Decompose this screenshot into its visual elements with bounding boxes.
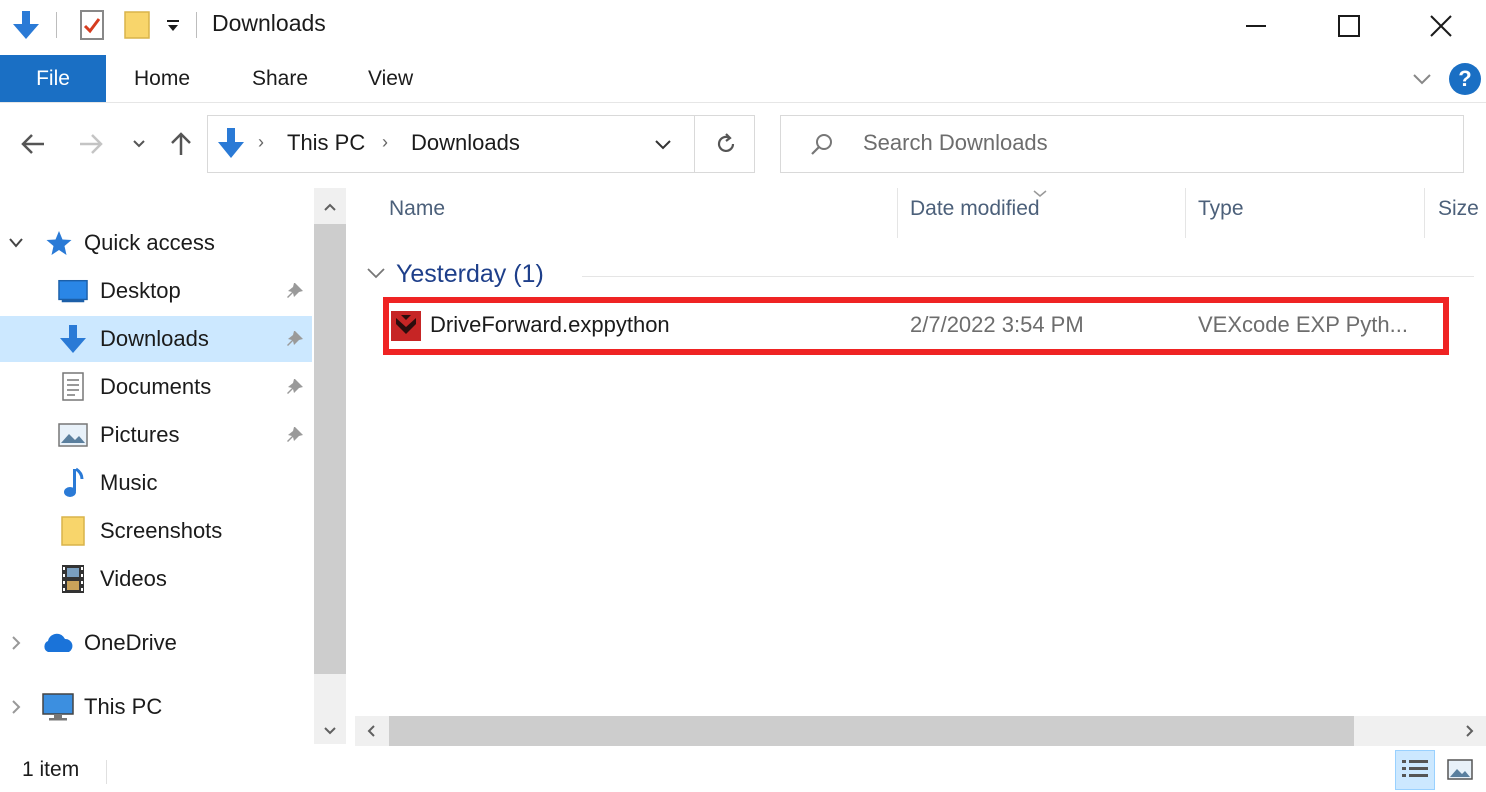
nav-item-music[interactable]: Music	[0, 460, 312, 506]
new-folder-icon[interactable]	[120, 8, 154, 42]
group-collapse-chevron-icon[interactable]	[366, 266, 386, 285]
status-divider	[106, 760, 107, 784]
back-button[interactable]	[14, 124, 52, 164]
address-divider	[694, 116, 695, 172]
expand-chevron-right-icon[interactable]	[6, 696, 26, 718]
nav-item-documents[interactable]: Documents	[0, 364, 312, 410]
nav-label-downloads: Downloads	[100, 326, 209, 351]
column-header-name[interactable]: Name	[389, 197, 445, 221]
nav-item-onedrive[interactable]: OneDrive	[0, 620, 312, 666]
scroll-up-arrow-icon[interactable]	[314, 190, 346, 224]
column-header-type[interactable]: Type	[1198, 197, 1244, 221]
search-input[interactable]: Search Downloads	[780, 115, 1464, 173]
expand-ribbon-chevron-icon[interactable]	[1410, 63, 1434, 95]
nav-label-this-pc: This PC	[84, 694, 163, 719]
pictures-icon	[58, 420, 88, 450]
downloads-location-icon	[216, 126, 246, 165]
refresh-icon[interactable]	[714, 132, 738, 161]
computer-monitor-icon	[40, 692, 76, 722]
column-divider[interactable]	[1185, 188, 1186, 238]
nav-item-pictures[interactable]: Pictures	[0, 412, 312, 458]
nav-label-quick-access: Quick access	[84, 230, 215, 255]
nav-quick-access[interactable]: Quick access	[0, 220, 312, 266]
nav-item-desktop[interactable]: Desktop	[0, 268, 312, 314]
maximize-button[interactable]	[1303, 0, 1395, 52]
nav-pane-scrollbar-thumb[interactable]	[314, 224, 346, 674]
title-bar: Downloads	[0, 0, 1486, 52]
nav-label-onedrive: OneDrive	[84, 630, 177, 655]
expand-chevron-down-icon[interactable]	[6, 232, 26, 254]
breadcrumb-separator-icon[interactable]: ›	[258, 132, 264, 153]
nav-item-downloads[interactable]: Downloads	[0, 316, 312, 362]
nav-label-music: Music	[100, 470, 158, 495]
pin-icon[interactable]	[283, 327, 307, 351]
nav-label-documents: Documents	[100, 374, 212, 399]
column-divider[interactable]	[1424, 188, 1425, 238]
address-history-chevron-icon[interactable]	[654, 138, 672, 156]
column-header-date-modified[interactable]: Date modified	[910, 197, 1040, 221]
properties-checklist-icon[interactable]	[76, 8, 108, 42]
music-note-icon	[58, 467, 88, 498]
file-date-modified: 2/7/2022 3:54 PM	[910, 312, 1084, 337]
desktop-icon	[58, 276, 88, 306]
breadcrumb-separator-icon[interactable]: ›	[382, 132, 388, 153]
scroll-left-arrow-icon[interactable]	[355, 716, 387, 746]
help-button[interactable]: ?	[1449, 63, 1481, 95]
content-horizontal-scrollbar-thumb[interactable]	[389, 716, 1354, 746]
nav-item-videos[interactable]: Videos	[0, 556, 312, 602]
download-arrow-icon[interactable]	[8, 8, 44, 42]
nav-label-pictures: Pictures	[100, 422, 180, 447]
nav-item-this-pc[interactable]: This PC	[0, 684, 312, 730]
ribbon: File Home Share View ?	[0, 55, 1486, 103]
file-type: VEXcode EXP Pyth...	[1198, 312, 1408, 337]
close-button[interactable]	[1395, 0, 1486, 52]
vexcode-file-icon	[390, 310, 422, 347]
title-separator	[196, 12, 197, 38]
nav-label-screenshots: Screenshots	[100, 518, 223, 543]
tab-share[interactable]: Share	[252, 55, 308, 102]
nav-label-desktop: Desktop	[100, 278, 181, 303]
tab-home[interactable]: Home	[134, 55, 190, 102]
forward-button[interactable]	[72, 124, 110, 164]
window-title: Downloads	[212, 10, 326, 36]
search-placeholder: Search Downloads	[863, 130, 1048, 155]
customize-quick-access-icon[interactable]	[160, 8, 186, 42]
folder-icon	[58, 516, 88, 546]
expand-chevron-right-icon[interactable]	[6, 632, 26, 654]
nav-item-screenshots[interactable]: Screenshots	[0, 508, 312, 554]
pin-icon[interactable]	[283, 423, 307, 447]
documents-icon	[58, 372, 88, 402]
minimize-button[interactable]	[1210, 0, 1302, 52]
nav-label-videos: Videos	[100, 566, 167, 591]
column-header-size[interactable]: Size	[1438, 197, 1479, 221]
details-view-icon[interactable]	[1395, 750, 1435, 790]
tab-file[interactable]: File	[0, 55, 106, 102]
large-icons-view-icon[interactable]	[1440, 750, 1480, 790]
film-strip-icon	[58, 564, 88, 594]
group-header-yesterday[interactable]: Yesterday (1)	[396, 260, 544, 289]
breadcrumb-downloads[interactable]: Downloads	[411, 130, 520, 156]
quick-access-separator	[56, 12, 57, 38]
column-divider[interactable]	[897, 188, 898, 238]
tab-view[interactable]: View	[368, 55, 413, 102]
breadcrumb-this-pc[interactable]: This PC	[287, 130, 365, 156]
scroll-down-arrow-icon[interactable]	[314, 714, 346, 748]
recent-locations-chevron-icon[interactable]	[124, 124, 154, 164]
status-item-count: 1 item	[22, 758, 80, 781]
pin-icon[interactable]	[283, 375, 307, 399]
star-icon	[44, 228, 74, 258]
address-bar[interactable]: › This PC › Downloads	[207, 115, 755, 173]
scroll-right-arrow-icon[interactable]	[1454, 716, 1486, 746]
file-name[interactable]: DriveForward.exppython	[430, 312, 670, 338]
up-button[interactable]	[162, 124, 200, 164]
search-icon	[809, 132, 835, 163]
cloud-icon	[40, 628, 76, 658]
download-arrow-icon	[58, 324, 88, 354]
group-divider-line	[582, 276, 1474, 277]
pin-icon[interactable]	[283, 279, 307, 303]
